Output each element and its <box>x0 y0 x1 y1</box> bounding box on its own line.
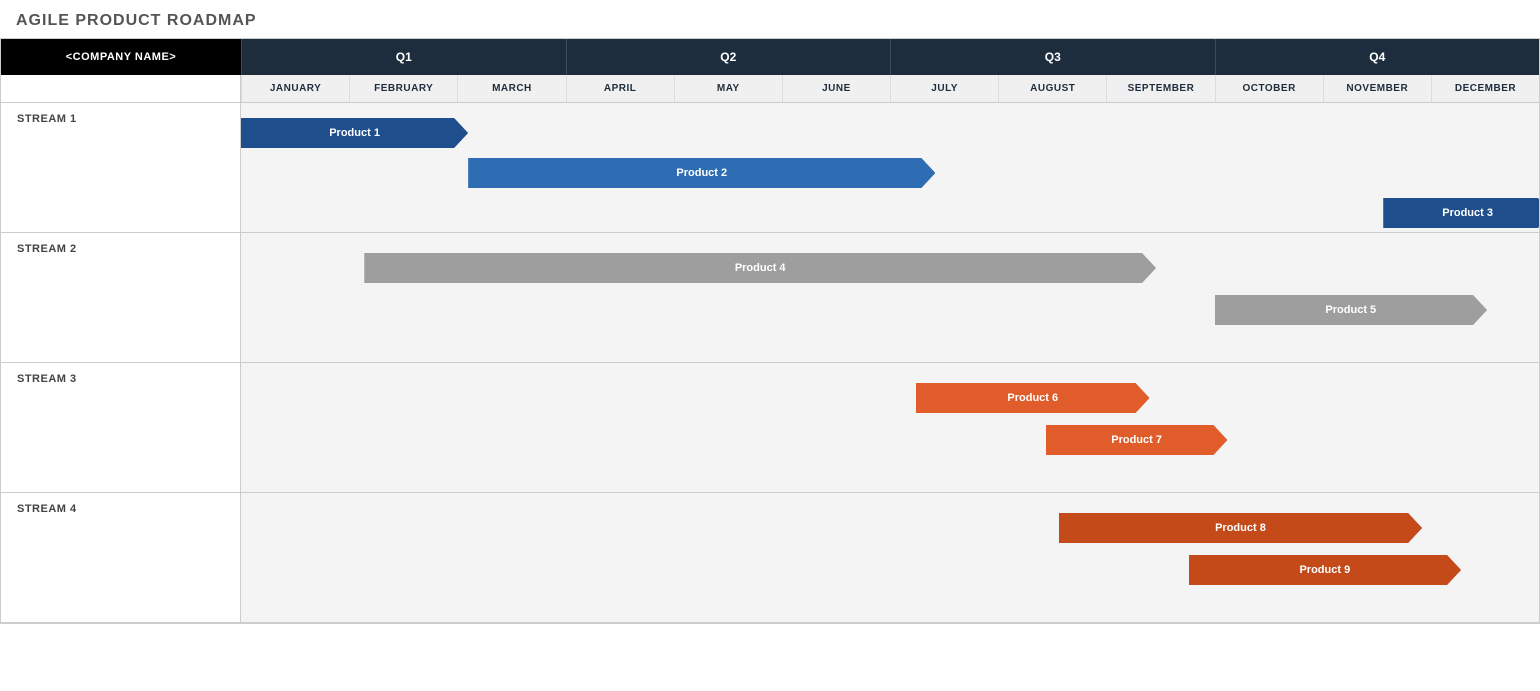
month-january: JANUARY <box>241 75 349 102</box>
quarter-q4: Q4 <box>1215 39 1540 75</box>
header-row: <COMPANY NAME> Q1Q2Q3Q4 <box>1 39 1539 75</box>
stream-content-2: Product 4 Product 5 <box>241 233 1539 362</box>
stream-label-1: STREAM 1 <box>1 103 241 232</box>
month-february: FEBRUARY <box>349 75 457 102</box>
bar-product-3: Product 3 <box>1383 198 1539 228</box>
stream-label-4: STREAM 4 <box>1 493 241 622</box>
stream-content-3: Product 6 Product 7 <box>241 363 1539 492</box>
stream-row-1: STREAM 1Product 1Product 2 Product 3 <box>1 103 1539 233</box>
month-october: OCTOBER <box>1215 75 1323 102</box>
stream-row-3: STREAM 3 Product 6 Product 7 <box>1 363 1539 493</box>
bar-product-1: Product 1 <box>241 118 468 148</box>
bar-product-9: Product 9 <box>1189 555 1462 585</box>
quarter-q1: Q1 <box>241 39 566 75</box>
months-grid: JANUARYFEBRUARYMARCHAPRILMAYJUNEJULYAUGU… <box>241 75 1539 102</box>
stream-label-3: STREAM 3 <box>1 363 241 492</box>
quarters-row: Q1Q2Q3Q4 <box>241 39 1539 75</box>
month-july: JULY <box>890 75 998 102</box>
company-cell: <COMPANY NAME> <box>1 39 241 75</box>
stream-content-1: Product 1Product 2 Product 3 <box>241 103 1539 232</box>
quarter-q2: Q2 <box>566 39 891 75</box>
month-april: APRIL <box>566 75 674 102</box>
streams-container: STREAM 1Product 1Product 2Product 3STREA… <box>1 103 1539 623</box>
bar-product-7: Product 7 <box>1046 425 1228 455</box>
months-row: JANUARYFEBRUARYMARCHAPRILMAYJUNEJULYAUGU… <box>1 75 1539 103</box>
month-september: SEPTEMBER <box>1106 75 1214 102</box>
month-december: DECEMBER <box>1431 75 1539 102</box>
bar-product-2: Product 2 <box>468 158 935 188</box>
bar-product-4: Product 4 <box>364 253 1156 283</box>
page-title: AGILE PRODUCT ROADMAP <box>0 0 1540 38</box>
label-spacer <box>1 75 241 102</box>
roadmap-container: <COMPANY NAME> Q1Q2Q3Q4 JANUARYFEBRUARYM… <box>0 38 1540 624</box>
stream-row-4: STREAM 4 Product 8 Product 9 <box>1 493 1539 623</box>
month-march: MARCH <box>457 75 565 102</box>
month-november: NOVEMBER <box>1323 75 1431 102</box>
bar-product-8: Product 8 <box>1059 513 1422 543</box>
month-august: AUGUST <box>998 75 1106 102</box>
month-june: JUNE <box>782 75 890 102</box>
quarter-q3: Q3 <box>890 39 1215 75</box>
bar-product-6: Product 6 <box>916 383 1150 413</box>
stream-content-4: Product 8 Product 9 <box>241 493 1539 622</box>
bar-product-5: Product 5 <box>1215 295 1488 325</box>
stream-label-2: STREAM 2 <box>1 233 241 362</box>
stream-row-2: STREAM 2 Product 4 Product 5 <box>1 233 1539 363</box>
month-may: MAY <box>674 75 782 102</box>
